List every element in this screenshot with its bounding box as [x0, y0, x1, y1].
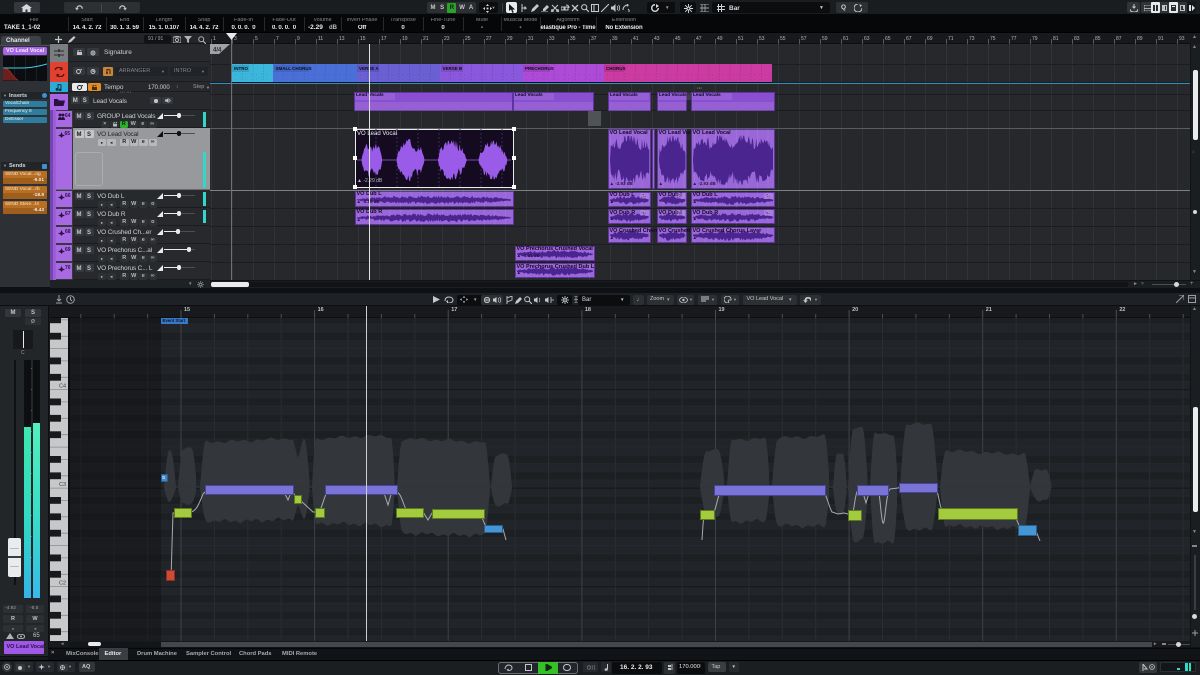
svg-text:4/4: 4/4 [213, 48, 222, 54]
svg-text:C3: C3 [59, 482, 66, 488]
svg-text:C2: C2 [59, 581, 66, 587]
svg-text:C4: C4 [59, 384, 66, 390]
